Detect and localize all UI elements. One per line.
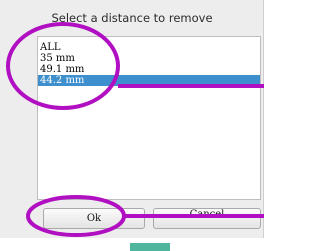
distance-list[interactable]: ALL 35 mm 49.1 mm 44.2 mm <box>37 36 261 200</box>
list-item-49-1mm[interactable]: 49.1 mm <box>38 64 260 75</box>
ok-button[interactable]: Ok <box>43 208 145 229</box>
list-item-all[interactable]: ALL <box>38 42 260 53</box>
cancel-button[interactable]: Cancel <box>153 208 261 229</box>
list-item-35mm[interactable]: 35 mm <box>38 53 260 64</box>
distance-dialog: Select a distance to remove ALL 35 mm 49… <box>0 0 264 238</box>
list-item-44-2mm[interactable]: 44.2 mm <box>38 75 260 86</box>
taskbar-tab[interactable] <box>130 243 170 251</box>
dialog-title: Select a distance to remove <box>51 11 213 25</box>
